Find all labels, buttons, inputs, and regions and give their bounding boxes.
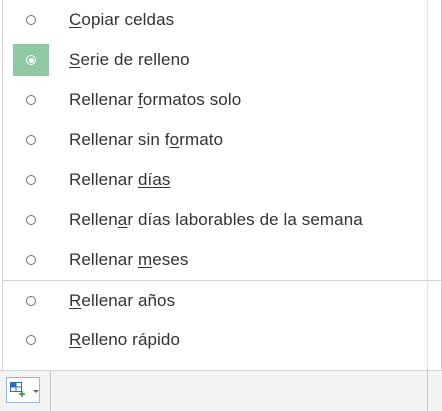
menu-item-label: Copiar celdas [69, 10, 175, 29]
grid-column-line [50, 370, 51, 411]
radio-button-icon[interactable] [26, 135, 36, 145]
radio-button-icon[interactable] [26, 255, 36, 265]
radio-cell [13, 324, 49, 356]
radio-button-icon[interactable] [26, 215, 36, 225]
radio-button-icon[interactable] [26, 15, 36, 25]
autofill-options-button[interactable] [6, 377, 40, 403]
menu-item-rellenar-dias[interactable]: Rellenar días [3, 160, 441, 200]
radio-button-icon[interactable] [26, 296, 36, 306]
radio-cell [13, 124, 49, 156]
grid-column-line [427, 370, 428, 411]
menu-item-rellenar-dias-laborables[interactable]: Rellenar días laborables de la semana [3, 200, 441, 240]
radio-button-icon[interactable] [26, 335, 36, 345]
menu-item-relleno-rapido[interactable]: Relleno rápido [3, 320, 441, 360]
radio-cell-selected [13, 44, 49, 76]
menu-item-rellenar-anos[interactable]: Rellenar años [3, 280, 441, 320]
radio-button-icon[interactable] [26, 175, 36, 185]
menu-item-label: Rellenar años [69, 290, 176, 310]
menu-item-rellenar-sin-formato[interactable]: Rellenar sin formato [3, 120, 441, 160]
radio-button-selected-icon[interactable] [26, 55, 36, 65]
radio-cell [13, 164, 49, 196]
chevron-down-icon [33, 390, 39, 393]
menu-item-copiar-celdas[interactable]: Copiar celdas [3, 0, 441, 40]
radio-cell [13, 4, 49, 36]
spreadsheet-grid-strip [0, 370, 442, 411]
screen: Copiar celdas Serie de relleno Rellenar … [0, 0, 442, 411]
menu-item-label: Rellenar meses [69, 250, 189, 269]
menu-right-border [427, 0, 428, 370]
menu-item-label: Relleno rápido [69, 330, 181, 349]
menu-item-label: Serie de relleno [69, 50, 190, 69]
menu-item-label: Rellenar días [69, 170, 171, 189]
menu-item-rellenar-meses[interactable]: Rellenar meses [3, 240, 441, 280]
radio-cell [13, 244, 49, 276]
autofill-options-menu: Copiar celdas Serie de relleno Rellenar … [2, 0, 442, 370]
radio-cell [13, 285, 49, 317]
menu-item-label: Rellenar días laborables de la semana [69, 210, 363, 229]
radio-cell [13, 204, 49, 236]
menu-item-label: Rellenar sin formato [69, 130, 224, 149]
menu-item-serie-de-relleno[interactable]: Serie de relleno [3, 40, 441, 80]
menu-item-rellenar-formatos-solo[interactable]: Rellenar formatos solo [3, 80, 441, 120]
radio-button-icon[interactable] [26, 95, 36, 105]
autofill-options-icon [10, 382, 26, 398]
radio-cell [13, 84, 49, 116]
menu-item-label: Rellenar formatos solo [69, 90, 242, 109]
